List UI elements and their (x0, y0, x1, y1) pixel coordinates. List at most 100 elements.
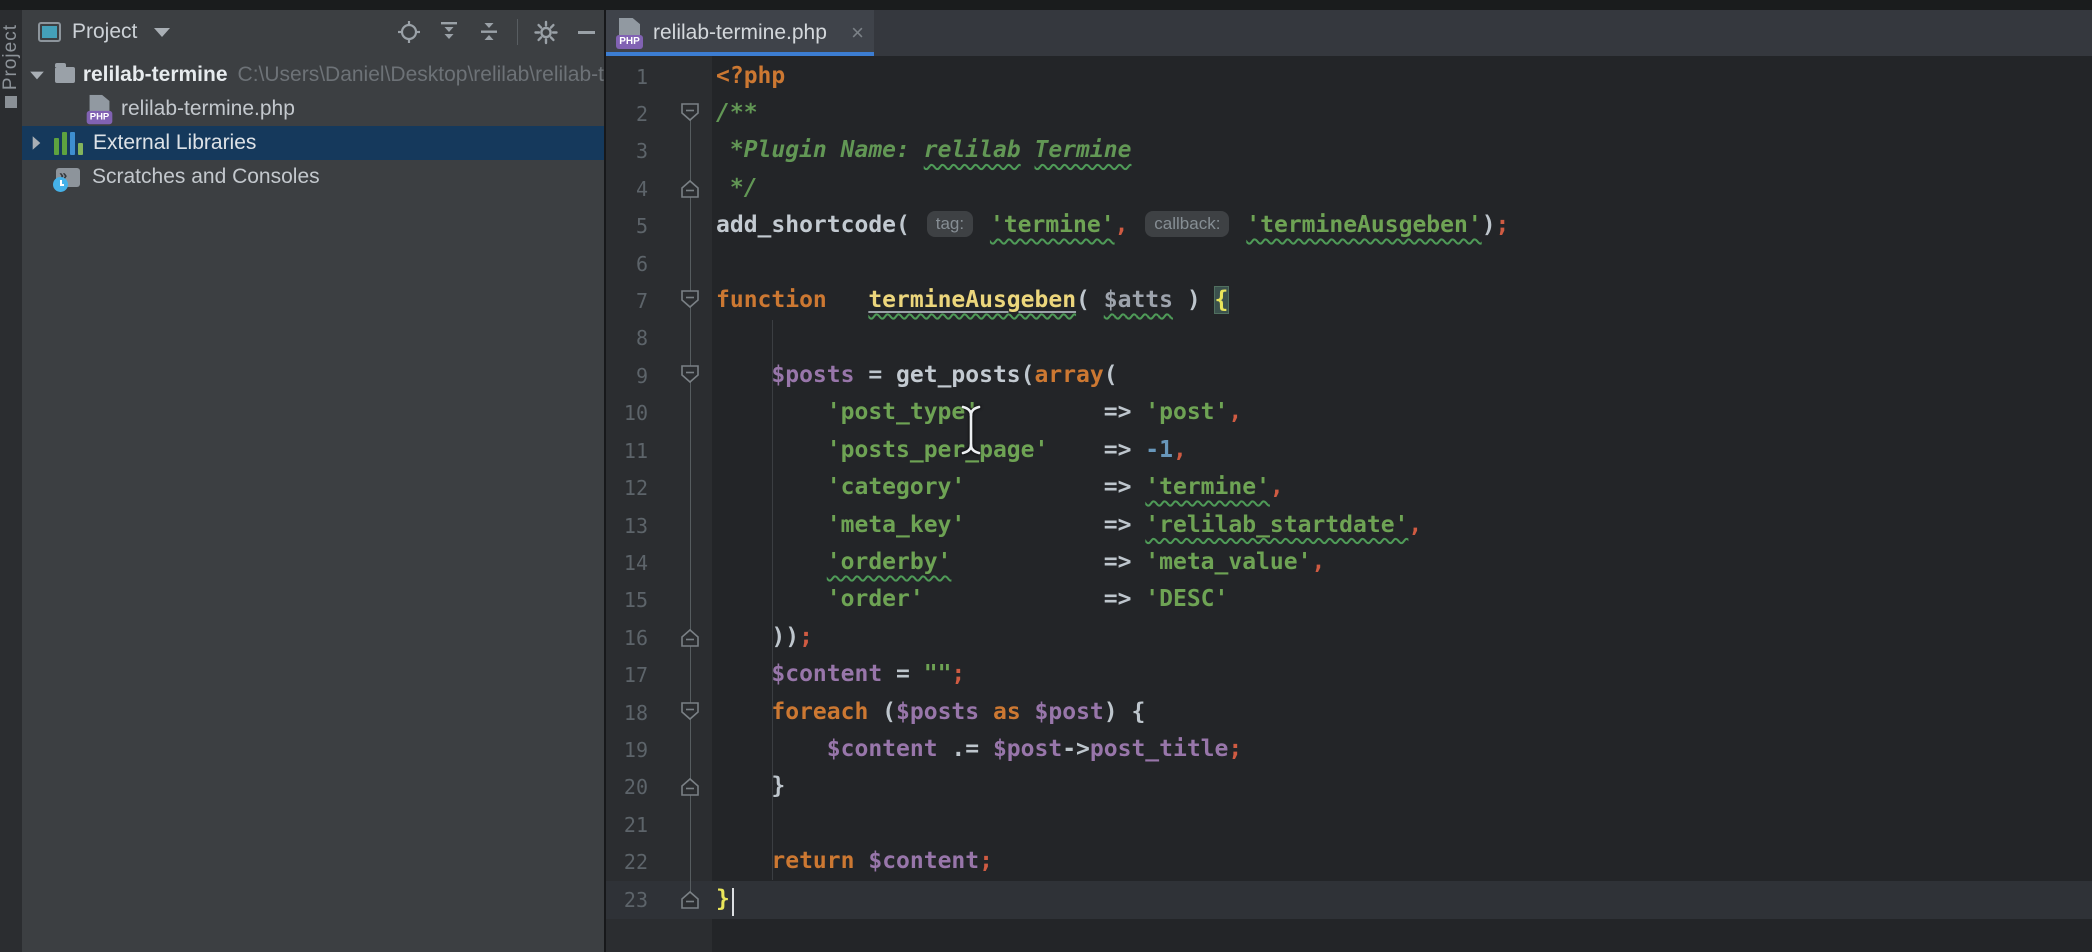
fold-end-marker[interactable] (681, 776, 699, 796)
php-file-icon: PHP (616, 18, 643, 49)
code-line[interactable]: $content = ""; (716, 656, 965, 694)
code-line[interactable]: 'category' => 'termine', (716, 469, 1284, 507)
gear-icon[interactable] (534, 20, 558, 44)
code-line[interactable]: foreach ($posts as $post) { (716, 694, 1145, 732)
code-token (716, 512, 827, 538)
line-number[interactable]: 21 (606, 806, 648, 844)
code-token (965, 512, 1103, 538)
code-line[interactable]: } (716, 768, 785, 806)
line-number[interactable]: 18 (606, 694, 648, 732)
line-number[interactable]: 9 (606, 357, 648, 395)
fold-start-marker[interactable] (681, 702, 699, 722)
code-token (854, 848, 868, 874)
line-number[interactable]: 12 (606, 469, 648, 507)
line-number[interactable]: 15 (606, 581, 648, 619)
code-line[interactable]: )); (716, 619, 813, 657)
code-line[interactable]: <?php (716, 58, 785, 96)
line-number[interactable]: 7 (606, 282, 648, 320)
line-number[interactable]: 23 (606, 881, 648, 919)
code-token: => (1104, 399, 1146, 425)
code-line[interactable]: 'meta_key' => 'relilab_startdate', (716, 507, 1422, 545)
tree-item-label[interactable]: External Libraries (93, 131, 256, 155)
tree-item-label[interactable]: relilab-termine (83, 63, 228, 87)
line-number[interactable]: 8 (606, 319, 648, 357)
line-number[interactable]: 22 (606, 843, 648, 881)
code-token: )) (771, 624, 799, 650)
tree-item-label[interactable]: Scratches and Consoles (92, 165, 320, 189)
code-line[interactable]: */ (716, 170, 758, 208)
code-line[interactable]: 'order' => 'DESC' (716, 581, 1228, 619)
code-token: , (1270, 474, 1284, 500)
code-token: add_shortcode (716, 212, 896, 238)
chevron-down-icon[interactable] (30, 71, 44, 79)
tree-row-project-root[interactable]: relilab-termine C:\Users\Daniel\Desktop\… (22, 58, 604, 92)
close-icon[interactable]: × (851, 22, 864, 44)
line-number[interactable]: 17 (606, 656, 648, 694)
code-token: , (1173, 437, 1187, 463)
collapse-all-icon[interactable] (477, 20, 501, 44)
line-number[interactable]: 11 (606, 432, 648, 470)
line-number[interactable]: 14 (606, 544, 648, 582)
code-token: 'post' (1145, 399, 1228, 425)
line-number[interactable]: 10 (606, 394, 648, 432)
line-number[interactable]: 3 (606, 132, 648, 170)
code-token: ( (868, 699, 896, 725)
code-line[interactable]: *Plugin Name: relilab Termine (716, 132, 1131, 170)
locate-file-icon[interactable] (397, 20, 421, 44)
fold-start-marker[interactable] (681, 103, 699, 123)
toolbar-divider (517, 19, 518, 45)
tree-row-php-file[interactable]: PHP relilab-termine.php (22, 92, 604, 126)
hide-panel-icon[interactable] (574, 20, 598, 44)
code-token: 'posts_per_page' (827, 437, 1049, 463)
line-number[interactable]: 5 (606, 207, 648, 245)
fold-start-marker[interactable] (681, 365, 699, 385)
line-number[interactable]: 6 (606, 245, 648, 283)
code-line[interactable]: add_shortcode( tag: 'termine', callback:… (716, 207, 1509, 245)
line-number[interactable]: 2 (606, 95, 648, 133)
project-panel-title[interactable]: Project (72, 20, 137, 44)
fold-end-marker[interactable] (681, 178, 699, 198)
code-token: *Plugin Name: (716, 137, 924, 163)
code-token: 'termineAusgeben' (1246, 212, 1481, 238)
code-token: => (1104, 586, 1146, 612)
code-line[interactable]: /** (716, 95, 758, 133)
tab-title[interactable]: relilab-termine.php (653, 21, 827, 45)
line-number[interactable]: 19 (606, 731, 648, 769)
code-line[interactable]: return $content; (716, 843, 993, 881)
line-number[interactable]: 20 (606, 768, 648, 806)
code-token: "" (924, 661, 952, 687)
line-number[interactable]: 4 (606, 170, 648, 208)
window-top-strip (0, 0, 2092, 10)
code-token: ; (1228, 736, 1242, 762)
code-token: ( (896, 212, 924, 238)
line-number[interactable]: 16 (606, 619, 648, 657)
code-line[interactable]: 'posts_per_page' => -1, (716, 432, 1187, 470)
chevron-down-icon[interactable] (154, 28, 170, 37)
line-number[interactable]: 13 (606, 507, 648, 545)
code-token: } (716, 886, 730, 912)
tree-item-label[interactable]: relilab-termine.php (121, 97, 295, 121)
code-token: = (882, 661, 924, 687)
stripe-project-label[interactable]: Project (0, 24, 22, 90)
chevron-right-icon[interactable] (33, 136, 41, 150)
code-token (965, 474, 1103, 500)
expand-all-icon[interactable] (437, 20, 461, 44)
code-line[interactable]: 'orderby' => 'meta_value', (716, 544, 1325, 582)
toolwindow-stripe-icon[interactable] (5, 96, 17, 108)
code-token: 'post_type' (827, 399, 979, 425)
code-token (1128, 212, 1142, 238)
code-line[interactable]: $posts = get_posts(array( (716, 357, 1118, 395)
current-line-highlight (606, 881, 2092, 919)
fold-end-marker[interactable] (681, 627, 699, 647)
fold-end-marker[interactable] (681, 889, 699, 909)
fold-start-marker[interactable] (681, 290, 699, 310)
tree-row-scratches[interactable]: » Scratches and Consoles (22, 160, 604, 194)
line-number[interactable]: 1 (606, 58, 648, 96)
code-line[interactable]: function termineAusgeben( $atts ) { (716, 282, 1228, 320)
code-token (979, 699, 993, 725)
tree-row-external-libraries[interactable]: External Libraries (22, 126, 604, 160)
tab-relilab-termine-php[interactable]: PHP relilab-termine.php × (606, 10, 874, 56)
code-token (716, 586, 827, 612)
code-line[interactable]: $content .= $post->post_title; (716, 731, 1242, 769)
code-line[interactable]: } (716, 881, 730, 919)
